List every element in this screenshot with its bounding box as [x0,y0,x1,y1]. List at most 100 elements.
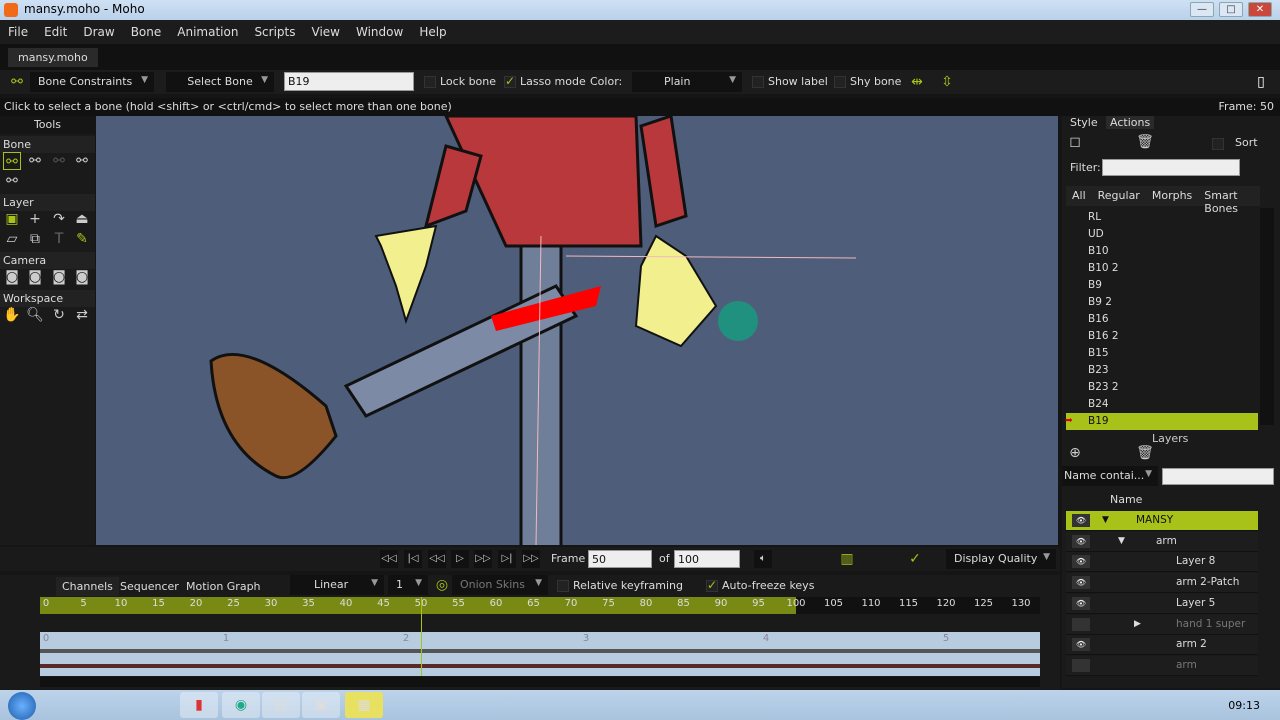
sort-checkbox[interactable] [1212,138,1224,150]
display-quality-dropdown[interactable]: Display Quality ▼ [946,549,1056,569]
camera-zoom-icon[interactable]: ◙ [26,268,44,286]
bone-list-item[interactable]: B16 [1066,311,1258,328]
new-layer-button-icon[interactable]: ⊕ [1066,444,1084,462]
filter-input[interactable] [1102,159,1240,176]
onion-skins-dropdown[interactable]: Onion Skins ▼ [452,575,548,595]
translate-layer-icon[interactable]: + [26,210,44,228]
window-icon[interactable]: ▣ [302,692,340,718]
menu-bone[interactable]: Bone [131,25,162,39]
rewind-icon[interactable]: ◁◁ [380,550,398,568]
lock-bone-checkbox[interactable] [424,76,436,88]
bone-constraints-dropdown[interactable]: Bone Constraints ▼ [30,72,154,92]
reparent-bone-tool-icon[interactable]: ⚯ [73,152,91,170]
delete-action-icon[interactable]: 🗑︎ [1136,133,1154,151]
taskbar-app-icon[interactable]: ▮ [180,692,218,718]
total-frames-input[interactable]: 100 [674,550,740,568]
chrome-icon[interactable]: ◉ [222,692,260,718]
auto-freeze-checkbox[interactable] [706,578,718,592]
delete-layer-icon[interactable]: 🗑︎ [1136,444,1154,462]
select-mode-dropdown[interactable]: Select Bone ▼ [166,72,274,92]
visibility-eye-icon[interactable] [1072,617,1090,631]
bone-list-item[interactable]: B24 [1066,396,1258,413]
bone-tab-regular[interactable]: Regular [1098,189,1140,203]
step-back-icon[interactable]: ◁◁ [428,550,446,568]
visibility-eye-icon[interactable]: 👁︎ [1072,576,1090,590]
orbit-workspace-icon[interactable]: ⇄ [73,306,91,324]
timeline-scrollbar[interactable] [40,677,1040,687]
expand-arrow-icon[interactable]: ▼ [1118,536,1125,546]
camera-pan-icon[interactable]: ◙ [73,268,91,286]
tab-actions[interactable]: Actions [1106,116,1155,129]
step-forward-icon[interactable]: ▷▷ [474,550,492,568]
flip-horizontal-icon[interactable]: ⇹ [908,73,926,91]
bone-physics-tool-icon[interactable]: ⚯ [3,172,21,190]
panel-toggle-icon[interactable]: ▯ [1252,73,1270,91]
rotate-workspace-icon[interactable]: ↻ [50,306,68,324]
bone-list-scrollbar[interactable] [1260,208,1274,425]
bone-list-item[interactable]: RL [1066,209,1258,226]
add-bone-tool-icon[interactable]: ⚯ [50,152,68,170]
expand-arrow-icon[interactable]: ▶ [1134,619,1141,629]
onion-skin-icon[interactable]: ◎ [433,576,451,594]
select-bone-tool-icon[interactable]: ⚯ [3,152,21,170]
hand-icon[interactable]: ✋ [3,306,21,324]
menu-draw[interactable]: Draw [83,25,114,39]
eyedropper-icon[interactable]: ✎ [73,230,91,248]
step-start-icon[interactable]: |◁ [404,550,422,568]
bone-list-item[interactable]: B23 2 [1066,379,1258,396]
rotate-layer-icon[interactable]: ↷ [50,210,68,228]
channel-track[interactable]: 012345 [40,597,1040,676]
bone-list-item[interactable]: UD [1066,226,1258,243]
interpolation-dropdown[interactable]: Linear ▼ [290,575,384,595]
visibility-eye-icon[interactable]: 👁︎ [1072,534,1090,548]
zoom-icon[interactable]: 🔍︎ [26,306,44,324]
menu-scripts[interactable]: Scripts [254,25,295,39]
layer-row[interactable]: 👁︎ Layer 8 [1066,552,1258,573]
bone-list-item[interactable]: B23 [1066,362,1258,379]
relative-keyframing-checkbox[interactable] [557,580,569,592]
visibility-eye-icon[interactable]: 👁︎ [1072,596,1090,610]
new-action-icon[interactable]: ◻ [1066,133,1084,151]
document-tab[interactable]: mansy.moho [8,48,98,67]
show-label-checkbox[interactable] [752,76,764,88]
volume-icon[interactable]: 🔈︎ [754,550,772,568]
quality-check-icon[interactable]: ✓ [906,550,924,568]
menu-edit[interactable]: Edit [44,25,67,39]
bone-name-input[interactable]: B19 [284,72,414,91]
maximize-button[interactable]: □ [1219,2,1243,17]
bone-list-item[interactable]: B9 2 [1066,294,1258,311]
new-layer-icon[interactable]: ▣ [3,210,21,228]
layer-row[interactable]: 👁︎ ▼ arm [1066,531,1258,552]
layer-row[interactable]: ▶ hand 1 super [1066,614,1258,635]
bone-list-item[interactable]: B15 [1066,345,1258,362]
visibility-eye-icon[interactable]: 👁︎ [1072,555,1090,569]
bone-tab-smart-bones[interactable]: Smart Bones [1204,189,1254,215]
transform-bone-tool-icon[interactable]: ⚯ [26,152,44,170]
explorer-icon[interactable]: ▤ [262,692,300,718]
bone-list-item[interactable]: B19 [1066,413,1258,430]
frame-input[interactable]: 50 [588,550,652,568]
visibility-eye-icon[interactable]: 👁︎ [1072,638,1090,652]
layer-row[interactable]: 👁︎ ▼ MANSY [1066,511,1258,531]
visibility-eye-icon[interactable] [1072,658,1090,672]
scale-layer-icon[interactable]: ⏏ [73,210,91,228]
layer-row[interactable]: arm [1066,655,1258,676]
camera-track-icon[interactable]: ◙ [3,268,21,286]
tab-motion-graph[interactable]: Motion Graph [186,580,261,593]
frame-ruler[interactable]: 0510152025303540455055606570758085909510… [40,597,1040,614]
bone-list-item[interactable]: B10 2 [1066,260,1258,277]
step-dropdown[interactable]: 1 ▼ [388,575,428,595]
fast-forward-icon[interactable]: ▷▷ [522,550,540,568]
tab-sequencer[interactable]: Sequencer [120,580,179,593]
visibility-eye-icon[interactable]: 👁︎ [1072,514,1090,527]
step-end-icon[interactable]: ▷| [498,550,516,568]
moho-taskbar-icon[interactable]: ▦ [345,692,383,718]
menu-animation[interactable]: Animation [177,25,238,39]
shy-bone-checkbox[interactable] [834,76,846,88]
camera-roll-icon[interactable]: ◙ [50,268,68,286]
bone-tab-morphs[interactable]: Morphs [1152,189,1192,203]
color-dropdown[interactable]: Plain ▼ [632,72,742,92]
bone-tab-all[interactable]: All [1072,189,1086,203]
playhead[interactable] [421,597,422,676]
menu-file[interactable]: File [8,25,28,39]
